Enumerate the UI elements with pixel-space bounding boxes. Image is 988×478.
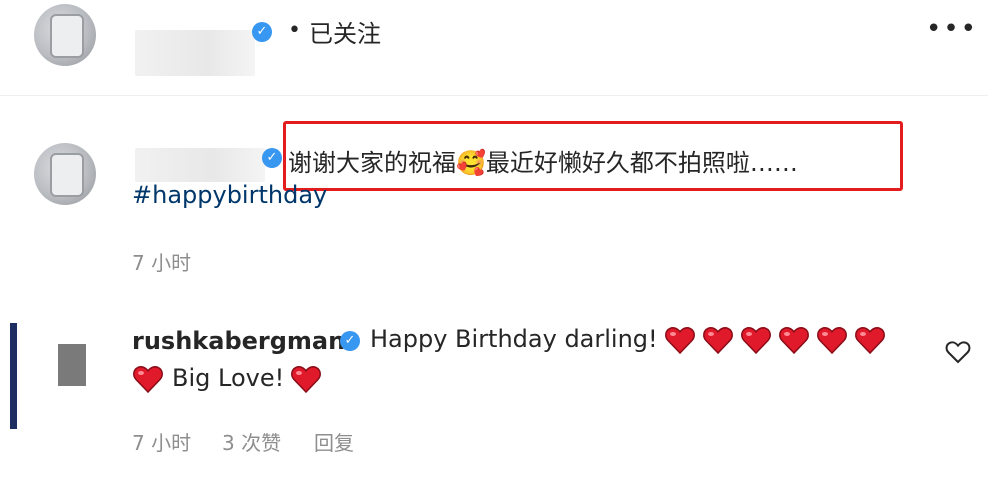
red-heart-emoji-icon xyxy=(778,327,809,355)
verified-badge-icon: ✓ xyxy=(252,22,272,42)
reply-author-avatar[interactable] xyxy=(58,344,86,386)
reply-likes-count[interactable]: 3 次赞 xyxy=(222,427,281,456)
red-heart-emoji-icon xyxy=(664,327,695,355)
header-divider xyxy=(0,95,988,96)
reply-button[interactable]: 回复 xyxy=(314,427,354,456)
red-heart-emoji-icon xyxy=(854,327,885,355)
hearts-line2-after xyxy=(284,364,322,394)
hashtag-link[interactable]: #happybirthday xyxy=(132,181,327,209)
red-heart-emoji-icon xyxy=(702,327,733,355)
red-heart-emoji-icon xyxy=(291,366,322,394)
follow-separator: • xyxy=(288,18,301,43)
caption-author-username[interactable] xyxy=(135,148,265,182)
like-heart-icon[interactable] xyxy=(945,340,971,364)
reply-line-1: Happy Birthday darling! xyxy=(370,325,886,355)
thread-indicator-bar xyxy=(10,323,17,429)
caption-text: 谢谢大家的祝福🥰最近好懒好久都不拍照啦…… xyxy=(288,149,798,177)
post-author-avatar[interactable] xyxy=(34,4,96,66)
reply-verified-icon: ✓ xyxy=(340,331,360,351)
red-heart-emoji-icon xyxy=(133,366,163,394)
caption-timestamp[interactable]: 7 小时 xyxy=(132,247,191,276)
follow-status-button[interactable]: 已关注 xyxy=(309,14,381,49)
hearts-line1 xyxy=(658,325,886,355)
caption-verified-icon: ✓ xyxy=(262,148,282,168)
reply-timestamp[interactable]: 7 小时 xyxy=(132,427,191,456)
reply-text-line2: Big Love! xyxy=(172,364,285,392)
hearts-line2-before xyxy=(132,364,164,394)
red-heart-emoji-icon xyxy=(816,327,847,355)
reply-username[interactable]: rushkabergman xyxy=(132,327,345,355)
red-heart-emoji-icon xyxy=(740,327,771,355)
reply-line-2: Big Love! xyxy=(132,364,322,394)
post-author-username[interactable] xyxy=(135,30,255,76)
more-options-icon[interactable]: ••• xyxy=(926,14,978,44)
reply-text-line1: Happy Birthday darling! xyxy=(370,325,658,353)
caption-author-avatar[interactable] xyxy=(34,143,96,205)
